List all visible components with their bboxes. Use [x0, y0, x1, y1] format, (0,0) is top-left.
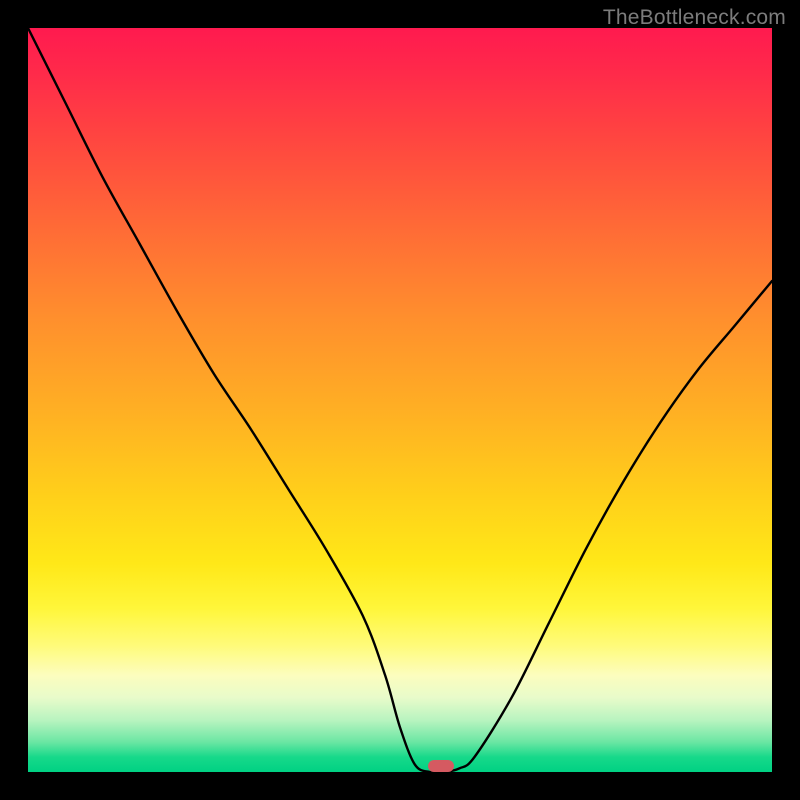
watermark-text: TheBottleneck.com — [603, 6, 786, 30]
curve-svg — [28, 28, 772, 772]
bottleneck-curve-path — [28, 28, 772, 772]
chart-frame: TheBottleneck.com — [0, 0, 800, 800]
plot-area — [28, 28, 772, 772]
optimum-marker — [428, 760, 454, 772]
